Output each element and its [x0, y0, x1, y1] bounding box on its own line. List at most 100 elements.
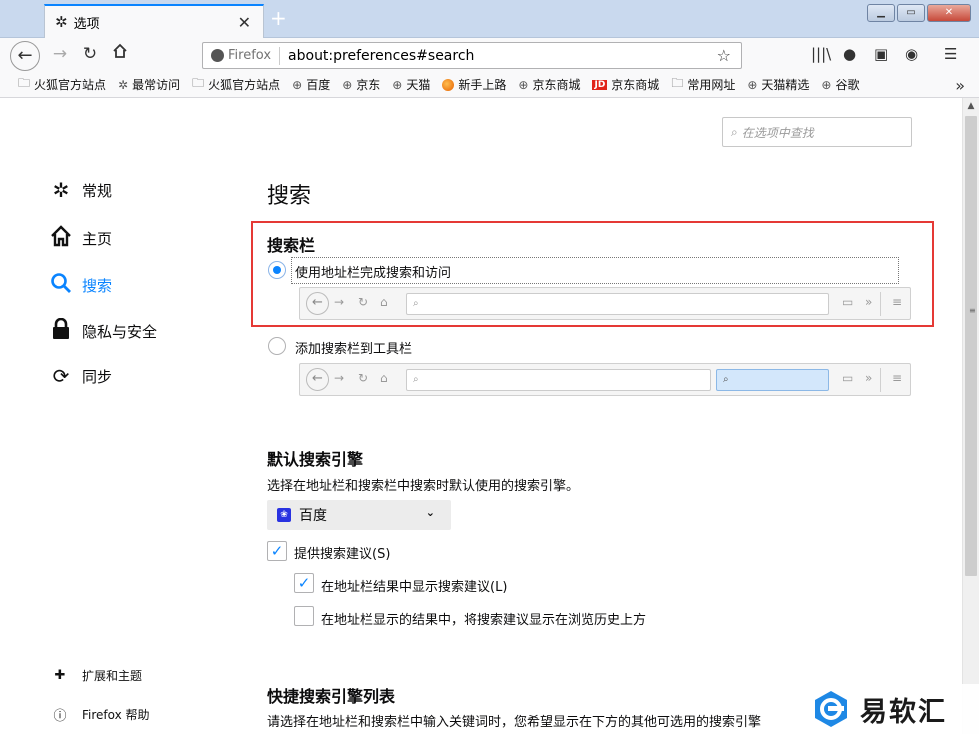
menu-icon[interactable]: ☰ [944, 45, 957, 63]
bookmarks-toolbar: 🗀 火狐官方站点 ✲ 最常访问 🗀 火狐官方站点 ⊕ 百度 ⊕ 京东 ⊕ 天猫 新手上路 ⊕ 京东商城 JD 京… [0, 72, 979, 98]
account-icon[interactable]: ◉ [905, 45, 918, 63]
identity-box[interactable]: Firefox [211, 48, 271, 63]
overflow-icon: » [865, 295, 873, 309]
radio-urlbar[interactable] [268, 261, 286, 279]
globe-icon: ⊕ [518, 77, 529, 92]
bookmark-item[interactable]: ⊕ 京东商城 [518, 76, 580, 93]
watermark-logo-icon [815, 691, 847, 727]
bookmark-star-icon[interactable]: ☆ [717, 46, 731, 65]
suggest-checkbox[interactable]: ✓ [267, 541, 287, 561]
sync-icon: ⟳ [52, 364, 70, 388]
preview-searchbar: ⌕ [716, 369, 829, 391]
watermark: 易软汇 [806, 684, 979, 734]
globe-icon: ⊕ [821, 77, 832, 92]
globe-icon: ⊕ [392, 77, 403, 92]
overflow-icon: » [865, 371, 873, 385]
bookmark-item[interactable]: ⊕ 天猫 [392, 76, 430, 93]
tab-preferences[interactable]: ✲ 选项 ✕ [44, 4, 264, 38]
bookmark-item[interactable]: 🗀 火狐官方站点 [18, 74, 106, 95]
category-sync[interactable]: ⟳ 同步 [50, 364, 112, 388]
maximize-button[interactable]: ▭ [897, 4, 925, 22]
url-text[interactable]: about:preferences#search [288, 48, 474, 64]
bookmark-label: 天猫精选 [761, 78, 810, 92]
bookmarks-overflow-icon[interactable]: » [955, 76, 965, 95]
library-icon[interactable]: |||\ [811, 45, 831, 63]
reload-button[interactable]: ↻ [78, 43, 102, 67]
category-label: 隐私与安全 [82, 323, 158, 341]
scroll-up-icon[interactable]: ▲ [963, 98, 979, 115]
scroll-thumb[interactable]: ≡ [965, 116, 977, 576]
category-home[interactable]: 主页 [50, 225, 112, 252]
suggest-before-history-label[interactable]: 在地址栏显示的结果中，将搜索建议显示在浏览历史上方 [321, 609, 646, 628]
back-button[interactable]: ← [10, 41, 40, 71]
search-icon [50, 272, 72, 299]
sidebar-icon[interactable]: ▣ [874, 45, 888, 63]
default-engine-value: 百度 [299, 508, 327, 524]
preview-urlbar: ⌕ [406, 369, 711, 391]
minimize-button[interactable]: ▁ [867, 4, 895, 22]
tab-close-icon[interactable]: ✕ [238, 13, 251, 32]
bookmark-label: 火狐官方站点 [208, 78, 281, 92]
preview-toolbar-searchbar: ← → ↻ ⌂ ⌕ ⌕ ▭ » ≡ [299, 363, 911, 396]
chat-icon[interactable]: ● [843, 45, 856, 63]
category-label: 主页 [82, 230, 113, 248]
bookmark-label: 京东商城 [532, 78, 581, 92]
bookmark-label: 火狐官方站点 [34, 78, 107, 92]
preview-toolbar-urlbar: ← → ↻ ⌂ ⌕ ▭ » ≡ [299, 287, 911, 320]
default-engine-select[interactable]: ❀ 百度 ⌄ [267, 500, 451, 530]
suggest-urlbar-label[interactable]: 在地址栏结果中显示搜索建议(L) [321, 576, 507, 595]
jd-icon: JD [592, 79, 608, 90]
preferences-search-input[interactable]: ⌕ 在选项中查找 [722, 117, 912, 147]
globe-icon: ⊕ [292, 77, 303, 92]
divider [880, 292, 881, 316]
bookmark-label: 百度 [306, 78, 331, 92]
divider [880, 368, 881, 392]
bookmark-item[interactable]: 新手上路 [442, 76, 506, 93]
bookmark-item[interactable]: ⊕ 百度 [292, 76, 330, 93]
baidu-icon: ❀ [277, 508, 291, 522]
category-privacy[interactable]: 隐私与安全 [50, 317, 158, 345]
bookmark-item[interactable]: ⊕ 谷歌 [821, 76, 859, 93]
firefox-icon [442, 78, 455, 91]
suggest-before-history-checkbox[interactable] [294, 606, 314, 626]
home-button[interactable] [108, 43, 132, 67]
url-separator [279, 46, 281, 65]
searchbar-heading: 搜索栏 [267, 236, 316, 255]
bookmark-label: 谷歌 [835, 78, 860, 92]
folder-icon: 🗀 [671, 76, 684, 90]
page-title: 搜索 [267, 184, 312, 209]
navigation-toolbar: ← → ↻ Firefox about:preferences#search ☆… [0, 38, 979, 72]
home-icon: ⌂ [380, 371, 388, 385]
bookmark-item[interactable]: ✲ 最常访问 [118, 76, 180, 93]
lock-icon [50, 317, 72, 345]
forward-button[interactable]: → [48, 43, 72, 67]
bookmark-item[interactable]: 🗀 火狐官方站点 [192, 74, 280, 95]
scrollbar[interactable]: ▲ ≡ [962, 98, 979, 734]
menu-icon: ≡ [892, 371, 903, 385]
help-link[interactable]: ⓘ Firefox 帮助 [52, 705, 149, 724]
new-tab-button[interactable]: + [270, 6, 287, 30]
suggest-urlbar-checkbox[interactable]: ✓ [294, 573, 314, 593]
category-label: 常规 [82, 181, 113, 200]
close-window-button[interactable]: ✕ [927, 4, 971, 22]
watermark-text: 易软汇 [860, 696, 947, 728]
category-general[interactable]: ✲ 常规 [50, 178, 112, 202]
focus-ring [291, 257, 899, 284]
bookmark-label: 京东 [356, 78, 381, 92]
search-icon: ⌕ [731, 124, 738, 139]
puzzle-icon: ✚ [54, 668, 66, 683]
radio-toolbar[interactable] [268, 337, 286, 355]
radio-toolbar-label[interactable]: 添加搜索栏到工具栏 [295, 338, 412, 357]
back-icon: ← [306, 292, 329, 315]
gear-icon: ✲ [118, 77, 129, 92]
folder-icon: 🗀 [192, 76, 205, 90]
reload-icon: ↻ [358, 295, 369, 309]
bookmark-item[interactable]: 🗀 常用网址 [671, 74, 735, 95]
addons-link[interactable]: ✚ 扩展和主题 [52, 667, 142, 684]
category-search[interactable]: 搜索 [50, 272, 112, 299]
bookmark-item[interactable]: ⊕ 天猫精选 [747, 76, 809, 93]
bookmark-item[interactable]: JD 京东商城 [592, 76, 659, 93]
bookmark-item[interactable]: ⊕ 京东 [342, 76, 380, 93]
url-bar[interactable]: Firefox about:preferences#search ☆ [202, 42, 742, 69]
suggest-label[interactable]: 提供搜索建议(S) [294, 543, 390, 562]
